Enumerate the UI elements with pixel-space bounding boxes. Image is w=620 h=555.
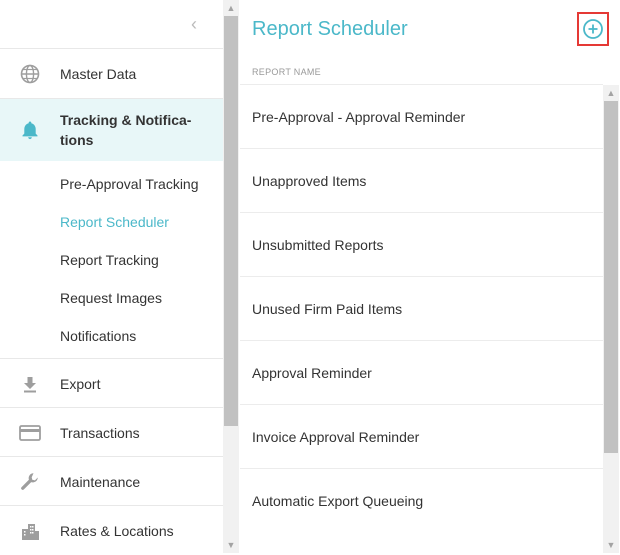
nav-label-line1: Tracking & Notifica-: [60, 112, 192, 128]
scroll-up-arrow-icon[interactable]: ▲: [223, 0, 239, 16]
report-row[interactable]: Unsubmitted Reports: [240, 212, 603, 276]
report-row[interactable]: Unused Firm Paid Items: [240, 276, 603, 340]
nav-item-export[interactable]: Export: [0, 358, 223, 408]
credit-card-icon: [19, 422, 41, 444]
scroll-down-arrow-icon[interactable]: ▼: [603, 537, 619, 553]
report-row[interactable]: Pre-Approval - Approval Reminder: [240, 84, 603, 148]
report-row[interactable]: Invoice Approval Reminder: [240, 404, 603, 468]
scroll-down-arrow-icon[interactable]: ▼: [223, 537, 239, 553]
report-list: Pre-Approval - Approval Reminder Unappro…: [240, 84, 603, 532]
add-circle-icon: [583, 19, 603, 39]
subnav-report-scheduler[interactable]: Report Scheduler: [60, 214, 169, 230]
scroll-up-arrow-icon[interactable]: ▲: [603, 85, 619, 101]
bell-icon: [19, 119, 41, 141]
nav-label: Tracking & Notifica- tions: [60, 110, 191, 150]
nav-item-rates-locations[interactable]: Rates & Locations: [0, 505, 223, 555]
collapse-sidebar-icon[interactable]: ‹: [186, 14, 202, 34]
subnav-notifications[interactable]: Notifications: [60, 328, 136, 344]
nav-label: Maintenance: [60, 473, 141, 490]
subnav-report-tracking[interactable]: Report Tracking: [60, 252, 159, 268]
nav-label: Master Data: [60, 65, 137, 82]
nav-item-tracking-notifications[interactable]: Tracking & Notifica- tions: [0, 98, 223, 161]
page-title: Report Scheduler: [252, 18, 408, 40]
nav-label: Rates & Locations: [60, 522, 174, 539]
nav-item-transactions[interactable]: Transactions: [0, 407, 223, 457]
sidebar-scrollbar[interactable]: ▲ ▼: [223, 0, 239, 553]
add-report-button[interactable]: [577, 12, 609, 46]
report-list-scrollbar[interactable]: ▲ ▼: [603, 85, 619, 553]
download-icon: [19, 373, 41, 395]
nav-item-maintenance[interactable]: Maintenance: [0, 456, 223, 506]
sidebar: ‹ Master Data Tracking & Notifica- tions…: [0, 0, 223, 553]
city-icon: [19, 520, 41, 542]
wrench-icon: [19, 471, 41, 493]
scrollbar-thumb[interactable]: [604, 101, 618, 453]
subnav-pre-approval-tracking[interactable]: Pre-Approval Tracking: [60, 176, 199, 192]
nav-label: Transactions: [60, 424, 140, 441]
nav-label-line2: tions: [60, 132, 94, 148]
scrollbar-thumb[interactable]: [224, 16, 238, 426]
subnav-request-images[interactable]: Request Images: [60, 290, 162, 306]
report-row[interactable]: Unapproved Items: [240, 148, 603, 212]
globe-icon: [19, 63, 41, 85]
nav-item-master-data[interactable]: Master Data: [0, 48, 223, 98]
report-row[interactable]: Automatic Export Queueing: [240, 468, 603, 532]
nav-label: Export: [60, 375, 101, 392]
report-row[interactable]: Approval Reminder: [240, 340, 603, 404]
main-panel: Report Scheduler REPORT NAME Pre-Approva…: [240, 0, 620, 553]
column-header-report-name: REPORT NAME: [252, 67, 321, 77]
